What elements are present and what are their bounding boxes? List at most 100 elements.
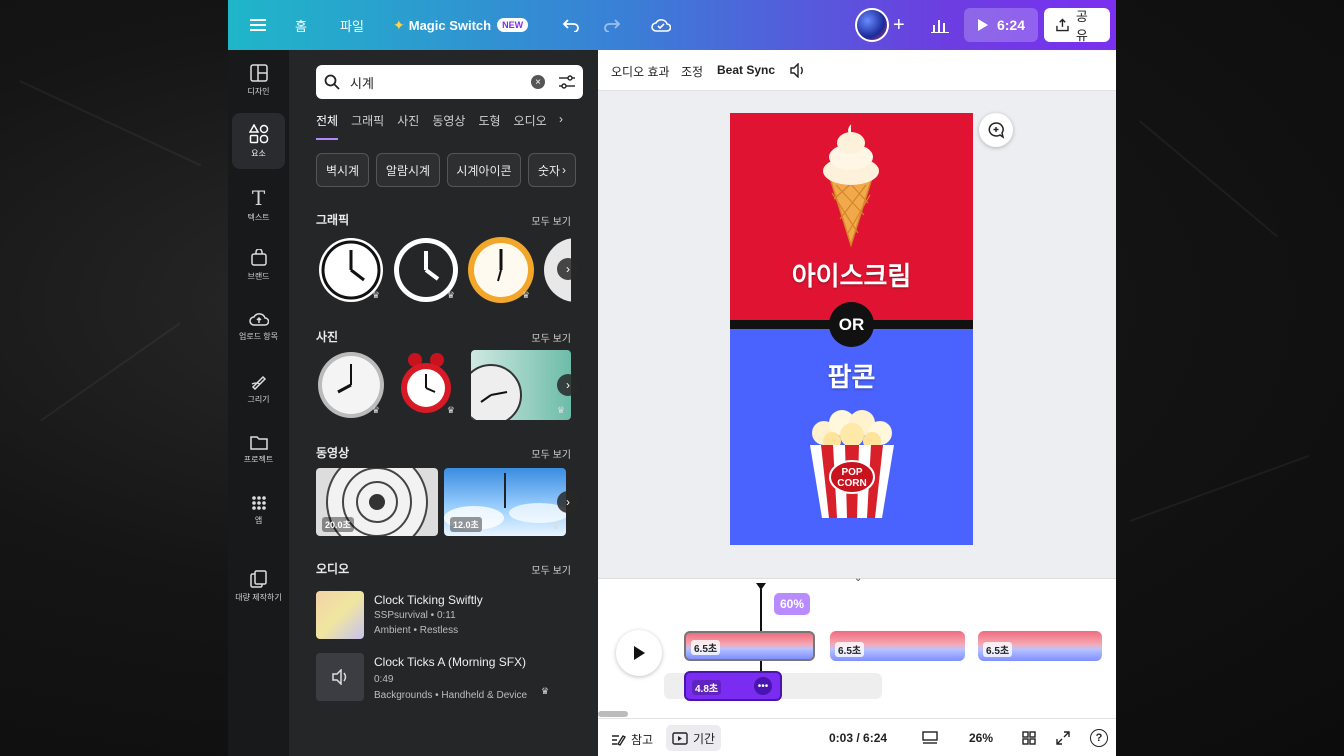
photos-next-icon[interactable]: › bbox=[557, 374, 579, 396]
video-clip[interactable]: 6.5초 bbox=[830, 631, 965, 661]
suggestion-chip[interactable]: 알람시계 bbox=[376, 153, 440, 187]
tab-shapes[interactable]: 도형 bbox=[478, 112, 500, 140]
more-options-icon[interactable]: ••• bbox=[754, 677, 772, 695]
video-sky-clock-thumbnail[interactable]: 12.0초 ♛ bbox=[444, 468, 566, 536]
duration-button[interactable]: 기간 bbox=[666, 725, 722, 751]
adjust-button[interactable]: 조정 bbox=[681, 63, 703, 80]
audio-item[interactable]: Clock Ticks A (Morning SFX) 0:49 Backgro… bbox=[316, 653, 576, 703]
sidebar-item-elements[interactable]: 요소 bbox=[232, 113, 285, 169]
page-view-icon[interactable] bbox=[922, 731, 938, 745]
tab-graphics[interactable]: 그래픽 bbox=[351, 112, 384, 140]
timeline-play-button[interactable] bbox=[616, 630, 662, 676]
playhead-handle-icon[interactable] bbox=[755, 579, 767, 590]
notes-button[interactable]: 참고 bbox=[611, 731, 653, 748]
design-page[interactable]: 아이스크림 OR 팝콘 POP CORN bbox=[730, 113, 973, 545]
videos-next-icon[interactable]: › bbox=[557, 491, 579, 513]
collapse-timeline-icon[interactable]: ⌄ bbox=[854, 573, 862, 584]
video-spiral-clock-thumbnail[interactable]: 20.0초 ♛ bbox=[316, 468, 438, 536]
search-input[interactable]: 시계 × bbox=[316, 65, 583, 99]
section-title-videos: 동영상 bbox=[316, 446, 350, 460]
undo-icon[interactable] bbox=[562, 0, 580, 50]
popcorn-illustration[interactable]: POP CORN bbox=[802, 405, 902, 520]
see-all-videos-link[interactable]: 모두 보기 bbox=[531, 446, 571, 461]
premium-crown-icon: ♛ bbox=[423, 521, 432, 531]
premium-crown-icon: ♛ bbox=[551, 521, 560, 531]
cloud-save-icon[interactable] bbox=[651, 0, 671, 50]
photo-wall-clock-thumbnail[interactable]: ♛ bbox=[316, 350, 386, 420]
layout-icon bbox=[249, 63, 268, 82]
volume-percent-badge: 60% bbox=[774, 593, 811, 615]
sidebar-item-design[interactable]: 디자인 bbox=[232, 52, 285, 108]
volume-icon[interactable] bbox=[790, 63, 806, 78]
suggestion-chip[interactable]: 숫자 › bbox=[528, 153, 576, 187]
grid-view-icon[interactable] bbox=[1022, 731, 1036, 745]
premium-crown-icon: ♛ bbox=[541, 686, 550, 696]
see-all-audio-link[interactable]: 모두 보기 bbox=[531, 562, 571, 577]
graphic-clock-thumbnail[interactable]: ♛ bbox=[316, 235, 386, 305]
timeline-scrollbar[interactable] bbox=[598, 711, 628, 717]
zoom-level[interactable]: 26% bbox=[969, 731, 993, 745]
ice-cream-illustration[interactable] bbox=[818, 123, 884, 248]
graphics-next-icon[interactable]: › bbox=[557, 258, 579, 280]
or-badge[interactable]: OR bbox=[829, 302, 874, 347]
sidebar-item-label: 텍스트 bbox=[247, 212, 270, 222]
sidebar-item-label: 그리기 bbox=[247, 394, 270, 404]
play-icon bbox=[634, 646, 645, 660]
hamburger-icon[interactable] bbox=[250, 0, 266, 50]
suggestion-chip[interactable]: 시계아이콘 bbox=[447, 153, 521, 187]
clear-search-icon[interactable]: × bbox=[531, 75, 545, 89]
popcorn-text[interactable]: 팝콘 bbox=[730, 357, 973, 394]
graphic-clock-thumbnail[interactable]: ♛ bbox=[466, 235, 536, 305]
sidebar-item-brand[interactable]: 브랜드 bbox=[232, 237, 285, 293]
help-icon[interactable]: ? bbox=[1090, 729, 1108, 747]
premium-crown-icon: ♛ bbox=[446, 290, 455, 300]
audio-clip[interactable]: 4.8초 ••• bbox=[684, 671, 782, 701]
tab-all[interactable]: 전체 bbox=[316, 112, 339, 140]
sidebar-item-apps[interactable]: 앱 bbox=[232, 482, 285, 538]
sidebar-item-text[interactable]: T 텍스트 bbox=[232, 176, 285, 232]
add-comment-button[interactable] bbox=[979, 113, 1013, 147]
audio-effects-button[interactable]: 오디오 효과 bbox=[611, 63, 670, 80]
filter-icon[interactable] bbox=[559, 75, 575, 89]
see-all-graphics-link[interactable]: 모두 보기 bbox=[531, 213, 571, 228]
ice-cream-text[interactable]: 아이스크림 bbox=[730, 256, 973, 293]
magic-switch-button[interactable]: ✦ Magic Switch NEW bbox=[393, 0, 529, 50]
tab-photos[interactable]: 사진 bbox=[397, 112, 419, 140]
photo-alarm-clock-thumbnail[interactable]: ♛ bbox=[391, 350, 461, 420]
fullscreen-icon[interactable] bbox=[1056, 731, 1070, 745]
user-avatar[interactable] bbox=[855, 8, 889, 42]
suggestion-chip[interactable]: 벽시계 bbox=[316, 153, 369, 187]
sidebar-item-bulk-create[interactable]: 대량 제작하기 bbox=[228, 558, 289, 614]
beat-sync-button[interactable]: Beat Sync bbox=[717, 63, 775, 77]
redo-icon[interactable] bbox=[603, 0, 621, 50]
tab-videos[interactable]: 동영상 bbox=[432, 112, 465, 140]
video-clip[interactable]: 6.5초 bbox=[684, 631, 815, 661]
clip-duration: 6.5초 bbox=[835, 642, 865, 657]
sidebar-item-draw[interactable]: 그리기 bbox=[232, 360, 285, 416]
clip-duration: 6.5초 bbox=[691, 640, 721, 655]
chip-scroll-right-icon[interactable]: › bbox=[562, 163, 566, 177]
background-texture bbox=[1130, 455, 1310, 522]
sidebar-item-projects[interactable]: 프로젝트 bbox=[232, 421, 285, 477]
add-collaborator-icon[interactable]: + bbox=[893, 0, 905, 50]
see-all-photos-link[interactable]: 모두 보기 bbox=[531, 330, 571, 345]
home-menu[interactable]: 홈 bbox=[295, 0, 307, 50]
insights-chart-icon[interactable] bbox=[931, 0, 949, 50]
notes-label: 참고 bbox=[631, 733, 654, 747]
tabs-scroll-right-icon[interactable]: › bbox=[559, 112, 563, 126]
audio-item[interactable]: Clock Ticking Swiftly SSPsurvival • 0:11… bbox=[316, 591, 576, 641]
photo-clock-teal-thumbnail[interactable]: ♛ bbox=[471, 350, 571, 420]
sidebar-item-uploads[interactable]: 업로드 항목 bbox=[232, 298, 285, 354]
tab-audio[interactable]: 오디오 bbox=[514, 112, 547, 140]
play-duration: 6:24 bbox=[996, 17, 1026, 33]
play-button[interactable]: 6:24 bbox=[964, 8, 1038, 42]
play-icon bbox=[977, 19, 988, 31]
premium-crown-icon: ♛ bbox=[446, 405, 455, 415]
duration-label: 기간 bbox=[693, 731, 716, 746]
share-button[interactable]: 공유 bbox=[1044, 8, 1110, 43]
video-clip[interactable]: 6.5초 bbox=[978, 631, 1102, 661]
file-menu[interactable]: 파일 bbox=[340, 0, 364, 50]
graphic-clock-thumbnail[interactable]: ♛ bbox=[391, 235, 461, 305]
search-icon bbox=[324, 74, 340, 90]
new-badge: NEW bbox=[497, 18, 529, 32]
